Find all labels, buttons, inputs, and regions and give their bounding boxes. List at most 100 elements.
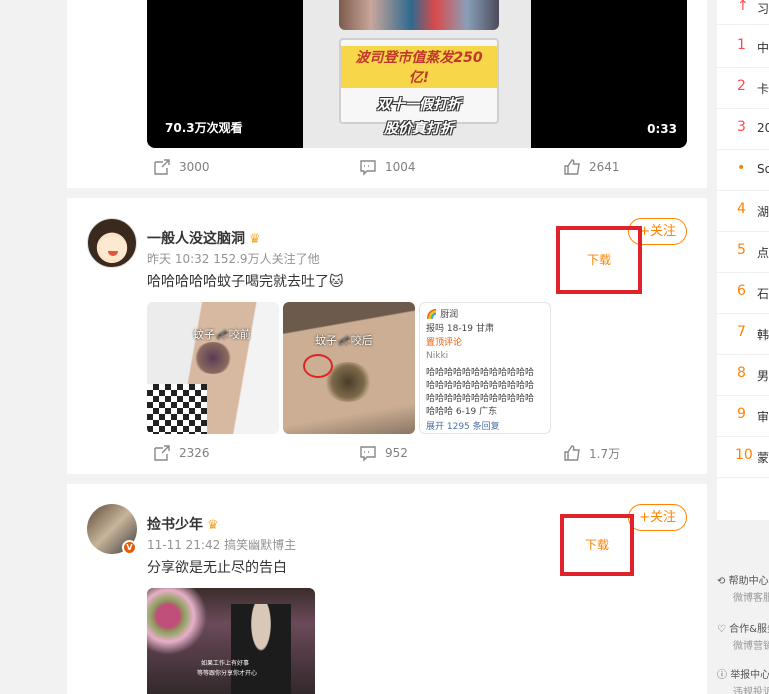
hot-title: 审 bbox=[757, 410, 769, 424]
repost-button[interactable]: 2326 bbox=[153, 444, 210, 462]
hot-title: 男 bbox=[757, 369, 769, 383]
thumbnail-text-box: 波司登市值蒸发250亿! 双十一假打折 股价真打折 bbox=[339, 38, 499, 137]
hot-title: 韩 bbox=[757, 328, 769, 342]
hot-title: 卡 bbox=[757, 82, 769, 96]
thumbnail-headline: 波司登市值蒸发250亿! bbox=[341, 46, 497, 88]
thumbnail-photo bbox=[339, 0, 499, 30]
post-meta: 11-11 21:42 搞笑幽默博主 bbox=[147, 538, 297, 552]
post-meta: 昨天 10:32 152.9万人关注了他 bbox=[147, 252, 320, 266]
hot-title: So bbox=[757, 162, 769, 176]
thumbnail-subline-2: 股价真打折 bbox=[384, 121, 454, 137]
hot-search-item[interactable]: 4 湖 bbox=[717, 191, 769, 232]
comment-screenshot-line: 哈哈哈哈哈哈哈哈哈哈哈哈 bbox=[426, 394, 535, 404]
flowers-decoration bbox=[147, 588, 217, 658]
repost-icon bbox=[154, 159, 170, 175]
username-text[interactable]: 捡书少年 bbox=[147, 517, 203, 533]
repost-icon bbox=[154, 445, 170, 461]
follow-button[interactable]: +关注 bbox=[628, 504, 687, 531]
hot-search-item[interactable]: 1 中 bbox=[717, 27, 769, 68]
image-caption-after: 蚊子🦟咬后 bbox=[315, 334, 373, 347]
hot-title: 石 bbox=[757, 287, 769, 301]
video-player[interactable]: 波司登市值蒸发250亿! 双十一假打折 股价真打折 70.3万次观看 0:33 bbox=[147, 0, 687, 148]
hot-title: 蒙 bbox=[757, 451, 769, 465]
hot-rank: 7 bbox=[737, 324, 746, 340]
hot-search-item[interactable]: 10 蒙 bbox=[717, 437, 769, 478]
comment-icon bbox=[360, 446, 376, 462]
footer-sub: 违规投诉 bbox=[733, 687, 769, 694]
comment-button[interactable]: 1004 bbox=[359, 158, 416, 176]
download-button[interactable]: 下载 bbox=[556, 226, 642, 294]
hot-search-item[interactable]: 9 审 bbox=[717, 396, 769, 437]
like-button[interactable]: 2641 bbox=[563, 158, 620, 176]
comment-screenshot-line: 展开 1295 条回复 bbox=[426, 422, 500, 432]
video-subtitle-1: 如果工作上有好事 bbox=[201, 660, 250, 667]
hot-rank: 8 bbox=[737, 365, 746, 381]
hot-search-item[interactable]: • So bbox=[717, 150, 769, 191]
avatar[interactable] bbox=[87, 218, 137, 268]
hot-rank: 3 bbox=[737, 119, 746, 135]
comment-screenshot-line: 哈哈哈哈哈哈哈哈哈哈哈哈 bbox=[426, 368, 535, 378]
hot-title: 湖 bbox=[757, 205, 769, 219]
hot-search-item[interactable]: 6 石 bbox=[717, 273, 769, 314]
hot-title: 点 bbox=[757, 246, 769, 260]
hot-title: 中 bbox=[757, 41, 769, 55]
comment-screenshot-line: 🌈 厨润 bbox=[426, 310, 459, 320]
hot-rank: 1 bbox=[737, 37, 746, 53]
help-icon: ⟲ bbox=[717, 576, 726, 587]
comment-icon bbox=[360, 160, 376, 176]
heart-icon: ♡ bbox=[717, 624, 726, 635]
action-bar: 2326 952 1.7万 bbox=[67, 444, 707, 464]
comment-screenshot-line: Nikki bbox=[426, 351, 449, 361]
hot-search-item[interactable]: ↑ 习 bbox=[717, 0, 769, 25]
comment-screenshot-line: 哈哈哈 6-19 广东 bbox=[426, 407, 498, 417]
like-count: 2641 bbox=[589, 160, 620, 174]
username[interactable]: 一般人没这脑洞 ♛ bbox=[147, 228, 261, 248]
post-video-thumbnail[interactable]: 如果工作上有好事 等等跟你分享你才开心 bbox=[147, 588, 315, 694]
comment-button[interactable]: 952 bbox=[359, 444, 408, 462]
footer-report-center[interactable]: ⓘ 举报中心 违规投诉 bbox=[717, 666, 769, 694]
action-bar: 3000 1004 2641 bbox=[67, 158, 707, 178]
person-figure bbox=[231, 604, 291, 694]
footer-title: 帮助中心 bbox=[728, 576, 769, 587]
crown-icon: ♛ bbox=[249, 232, 261, 247]
verified-badge-icon: V bbox=[122, 540, 137, 555]
arm-mark bbox=[193, 342, 233, 374]
username-text[interactable]: 一般人没这脑洞 bbox=[147, 231, 245, 247]
like-button[interactable]: 1.7万 bbox=[563, 444, 620, 462]
thumbs-up-icon bbox=[564, 159, 580, 175]
hot-rank: ↑ bbox=[737, 0, 749, 14]
hot-search-item[interactable]: 3 20 bbox=[717, 109, 769, 150]
checkered-fabric bbox=[147, 384, 207, 434]
hot-search-item[interactable]: 2 卡 bbox=[717, 68, 769, 109]
video-view-count: 70.3万次观看 bbox=[165, 121, 243, 135]
hot-rank: 9 bbox=[737, 406, 746, 422]
post-image-3[interactable]: 🌈 厨润 报吗 18-19 甘肃 置顶评论 Nikki 哈哈哈哈哈哈哈哈哈哈哈哈… bbox=[419, 302, 551, 434]
footer-sub: 微博营销 bbox=[733, 641, 769, 652]
footer-help-center[interactable]: ⟲ 帮助中心 微博客服 bbox=[717, 572, 769, 604]
post-image-1[interactable]: 蚊子🦟咬前 bbox=[147, 302, 279, 434]
footer-cooperation[interactable]: ♡ 合作&服务 微博营销 bbox=[717, 620, 769, 652]
crown-icon: ♛ bbox=[207, 518, 219, 533]
like-count: 1.7万 bbox=[589, 446, 621, 461]
hot-rank: 4 bbox=[737, 201, 746, 217]
hot-search-item[interactable]: 5 点 bbox=[717, 232, 769, 273]
comment-screenshot-line: 置顶评论 bbox=[426, 338, 463, 348]
hot-title: 20 bbox=[757, 121, 769, 135]
hot-search-item[interactable]: 7 韩 bbox=[717, 314, 769, 355]
video-thumbnail: 波司登市值蒸发250亿! 双十一假打折 股价真打折 bbox=[303, 0, 531, 148]
hot-rank: • bbox=[737, 160, 746, 176]
comment-count: 952 bbox=[385, 446, 408, 460]
image-caption-before: 蚊子🦟咬前 bbox=[193, 328, 251, 341]
thumbs-up-icon bbox=[564, 445, 580, 461]
alert-icon: ⓘ bbox=[717, 670, 727, 681]
repost-button[interactable]: 3000 bbox=[153, 158, 210, 176]
post-card: 一般人没这脑洞 ♛ 昨天 10:32 152.9万人关注了他 哈哈哈哈哈蚊子喝完就… bbox=[67, 198, 707, 474]
post-text: 分享欲是无止尽的告白 bbox=[147, 560, 287, 576]
username[interactable]: 捡书少年 ♛ bbox=[147, 514, 219, 534]
video-post-card: 波司登市值蒸发250亿! 双十一假打折 股价真打折 70.3万次观看 0:33 … bbox=[67, 0, 707, 188]
download-button[interactable]: 下载 bbox=[560, 514, 634, 576]
repost-count: 2326 bbox=[179, 446, 210, 460]
footer-title: 合作&服务 bbox=[729, 624, 769, 635]
post-image-2[interactable]: 蚊子🦟咬后 bbox=[283, 302, 415, 434]
hot-search-item[interactable]: 8 男 bbox=[717, 355, 769, 396]
